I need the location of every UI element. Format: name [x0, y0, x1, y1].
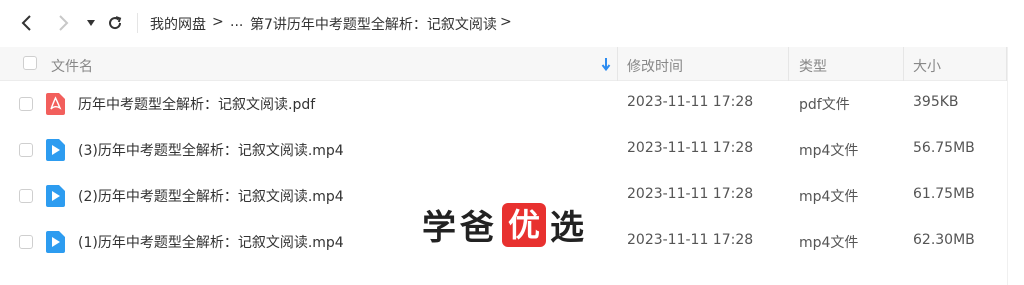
file-name[interactable]: (3)历年中考题型全解析：记叙文阅读.mp4 — [78, 140, 344, 160]
file-modified-time: 2023-11-11 17:28 — [627, 140, 754, 156]
vertical-scrollbar[interactable] — [1007, 47, 1024, 285]
breadcrumb-ellipsis[interactable]: ... — [230, 14, 243, 30]
row-checkbox[interactable] — [19, 143, 33, 157]
file-size: 395KB — [913, 94, 959, 110]
video-file-icon — [46, 139, 65, 161]
back-button[interactable] — [16, 12, 38, 34]
column-header-type[interactable]: 类型 — [799, 56, 827, 76]
toolbar: 我的网盘 > ... 第7讲历年中考题型全解析：记叙文阅读 > — [0, 0, 1024, 46]
pdf-icon — [46, 93, 65, 115]
watermark-text-left: 学爸 — [422, 208, 498, 248]
file-type: pdf文件 — [799, 97, 850, 113]
breadcrumb-root[interactable]: 我的网盘 — [150, 14, 206, 34]
breadcrumb-separator: > — [500, 14, 512, 30]
chevron-left-icon — [21, 15, 31, 31]
file-row[interactable]: (3)历年中考题型全解析：记叙文阅读.mp4 2023-11-11 17:28 … — [0, 127, 1024, 173]
video-file-icon — [46, 185, 65, 207]
refresh-button[interactable] — [104, 12, 126, 34]
file-list-header: 文件名 修改时间 类型 大小 — [0, 47, 1024, 81]
chevron-right-icon — [59, 15, 69, 31]
row-checkbox[interactable] — [19, 235, 33, 249]
file-modified-time: 2023-11-11 17:28 — [627, 186, 754, 202]
file-modified-time: 2023-11-11 17:28 — [627, 94, 754, 110]
file-size: 62.30MB — [913, 232, 975, 248]
video-file-icon — [46, 231, 65, 253]
column-divider[interactable] — [788, 47, 789, 81]
watermark-logo: 学爸 优 选 — [422, 200, 588, 249]
toolbar-divider — [137, 13, 138, 33]
file-row[interactable]: 历年中考题型全解析：记叙文阅读.pdf 2023-11-11 17:28 pdf… — [0, 81, 1024, 127]
select-all-checkbox[interactable] — [23, 56, 37, 70]
breadcrumb-separator: > — [212, 14, 224, 30]
file-size: 61.75MB — [913, 186, 975, 202]
file-modified-time: 2023-11-11 17:28 — [627, 232, 754, 248]
caret-down-icon — [87, 20, 95, 26]
column-divider[interactable] — [617, 47, 618, 81]
file-type: mp4文件 — [799, 143, 859, 159]
file-name[interactable]: 历年中考题型全解析：记叙文阅读.pdf — [78, 94, 315, 114]
breadcrumb-current[interactable]: 第7讲历年中考题型全解析：记叙文阅读 — [250, 14, 497, 34]
file-name[interactable]: (2)历年中考题型全解析：记叙文阅读.mp4 — [78, 186, 344, 206]
refresh-icon — [109, 16, 122, 30]
watermark-text-right: 选 — [550, 208, 588, 248]
row-checkbox[interactable] — [19, 189, 33, 203]
row-checkbox[interactable] — [19, 97, 33, 111]
watermark-badge: 优 — [502, 202, 546, 247]
column-header-size[interactable]: 大小 — [913, 56, 941, 76]
history-dropdown-button[interactable] — [80, 12, 102, 34]
column-header-time[interactable]: 修改时间 — [627, 56, 683, 76]
file-size: 56.75MB — [913, 140, 975, 156]
file-name[interactable]: (1)历年中考题型全解析：记叙文阅读.mp4 — [78, 232, 344, 252]
file-type: mp4文件 — [799, 189, 859, 205]
sort-arrow-icon[interactable] — [601, 57, 611, 71]
column-divider[interactable] — [903, 47, 904, 81]
column-header-name[interactable]: 文件名 — [51, 56, 93, 76]
file-type: mp4文件 — [799, 235, 859, 251]
forward-button[interactable] — [52, 12, 74, 34]
